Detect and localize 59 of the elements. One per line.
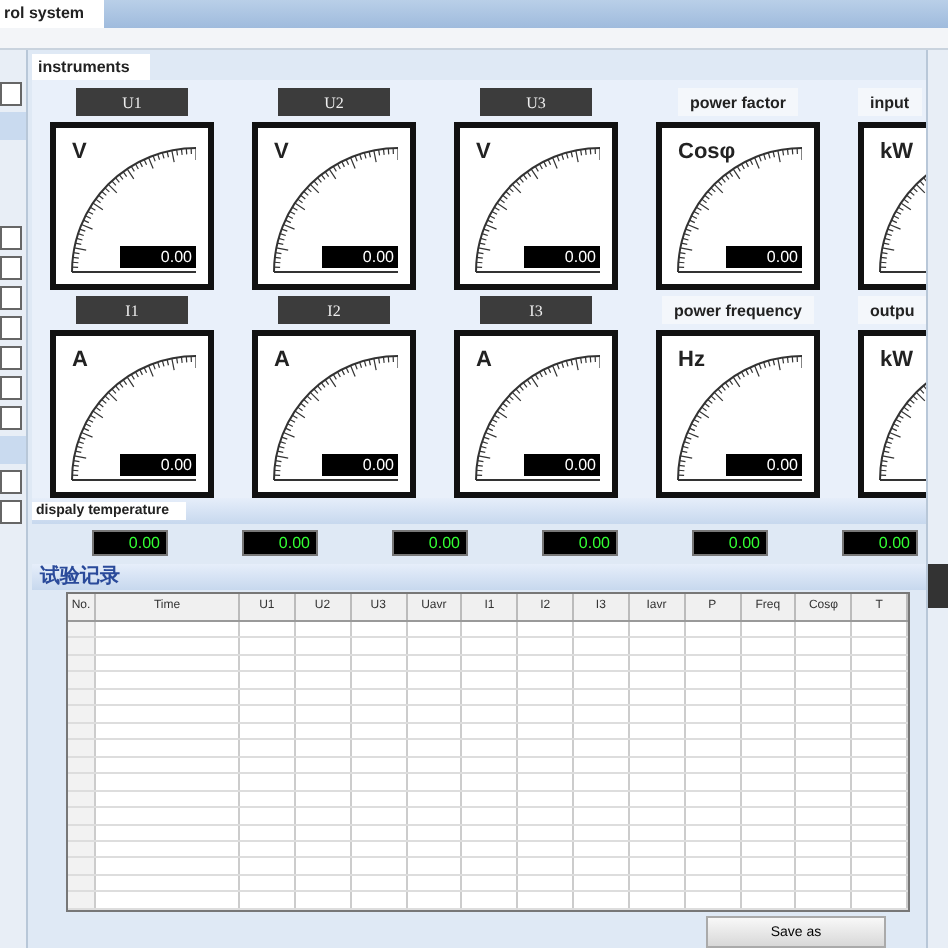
meter-unit: A [72, 348, 88, 372]
meter-reading: 0.00 [726, 246, 802, 268]
input-field[interactable] [0, 346, 22, 370]
meter-label: U1 [76, 88, 188, 116]
row-header-cell[interactable] [68, 672, 96, 688]
section-title: 试验记录 [37, 563, 120, 591]
input-field[interactable] [0, 500, 22, 524]
meter-reading: 0.00 [524, 454, 600, 476]
meter-label: power frequency [661, 296, 814, 324]
meter-unit: V [72, 140, 87, 164]
dropdown-field[interactable] [0, 82, 22, 106]
meter-reading: 0.00 [322, 454, 398, 476]
meter-label: U3 [480, 88, 592, 116]
meter-reading: 0.00 [726, 454, 802, 476]
window-title[interactable]: rol system [0, 0, 105, 28]
input-field[interactable] [0, 376, 22, 400]
temperature-readout: 0.00 [542, 529, 618, 556]
row-header-cell[interactable] [68, 892, 96, 908]
row-header-cell[interactable] [68, 808, 96, 824]
meter-label: I1 [76, 296, 188, 324]
meter-unit: V [476, 140, 491, 164]
temperature-readout: 0.00 [242, 529, 318, 556]
meter-label: U2 [278, 88, 390, 116]
meter-unit: kW [880, 140, 913, 164]
meter-label: I2 [278, 296, 390, 324]
row-header-cell[interactable] [68, 774, 96, 790]
input-field[interactable] [0, 256, 22, 280]
side-button[interactable] [928, 564, 948, 608]
meter-unit: kW [880, 348, 913, 372]
input-field[interactable] [0, 226, 22, 250]
side-panel-band [0, 436, 26, 464]
row-header-cell[interactable] [68, 740, 96, 756]
meter-reading: 0.00 [120, 246, 196, 268]
section-tab[interactable]: instruments [32, 54, 150, 80]
meter-unit: Hz [678, 348, 705, 372]
meter-label: input [858, 88, 922, 116]
meter-reading: 0.00 [524, 246, 600, 268]
temperature-readout: 0.00 [692, 529, 768, 556]
meter-label: outpu [858, 296, 926, 324]
row-header-cell[interactable] [68, 858, 96, 874]
meter-unit: Cosφ [678, 140, 736, 164]
temperature-readout: 0.00 [92, 529, 168, 556]
input-field[interactable] [0, 316, 22, 340]
meter-unit: A [274, 348, 290, 372]
meter-unit: V [274, 140, 289, 164]
meter-reading: 0.00 [322, 246, 398, 268]
row-header-cell[interactable] [68, 842, 96, 857]
meter-label: power factor [677, 88, 798, 116]
temperature-readout: 0.00 [842, 529, 918, 556]
meter-label: I3 [480, 296, 592, 324]
input-field[interactable] [0, 406, 22, 430]
input-field[interactable] [0, 470, 22, 494]
temperature-readout: 0.00 [392, 529, 468, 556]
row-header-cell[interactable] [68, 706, 96, 722]
side-panel-band [0, 112, 26, 140]
meter-unit: A [476, 348, 492, 372]
input-field[interactable] [0, 286, 22, 310]
meter-reading: 0.00 [120, 454, 196, 476]
row-header-cell[interactable] [68, 638, 96, 654]
